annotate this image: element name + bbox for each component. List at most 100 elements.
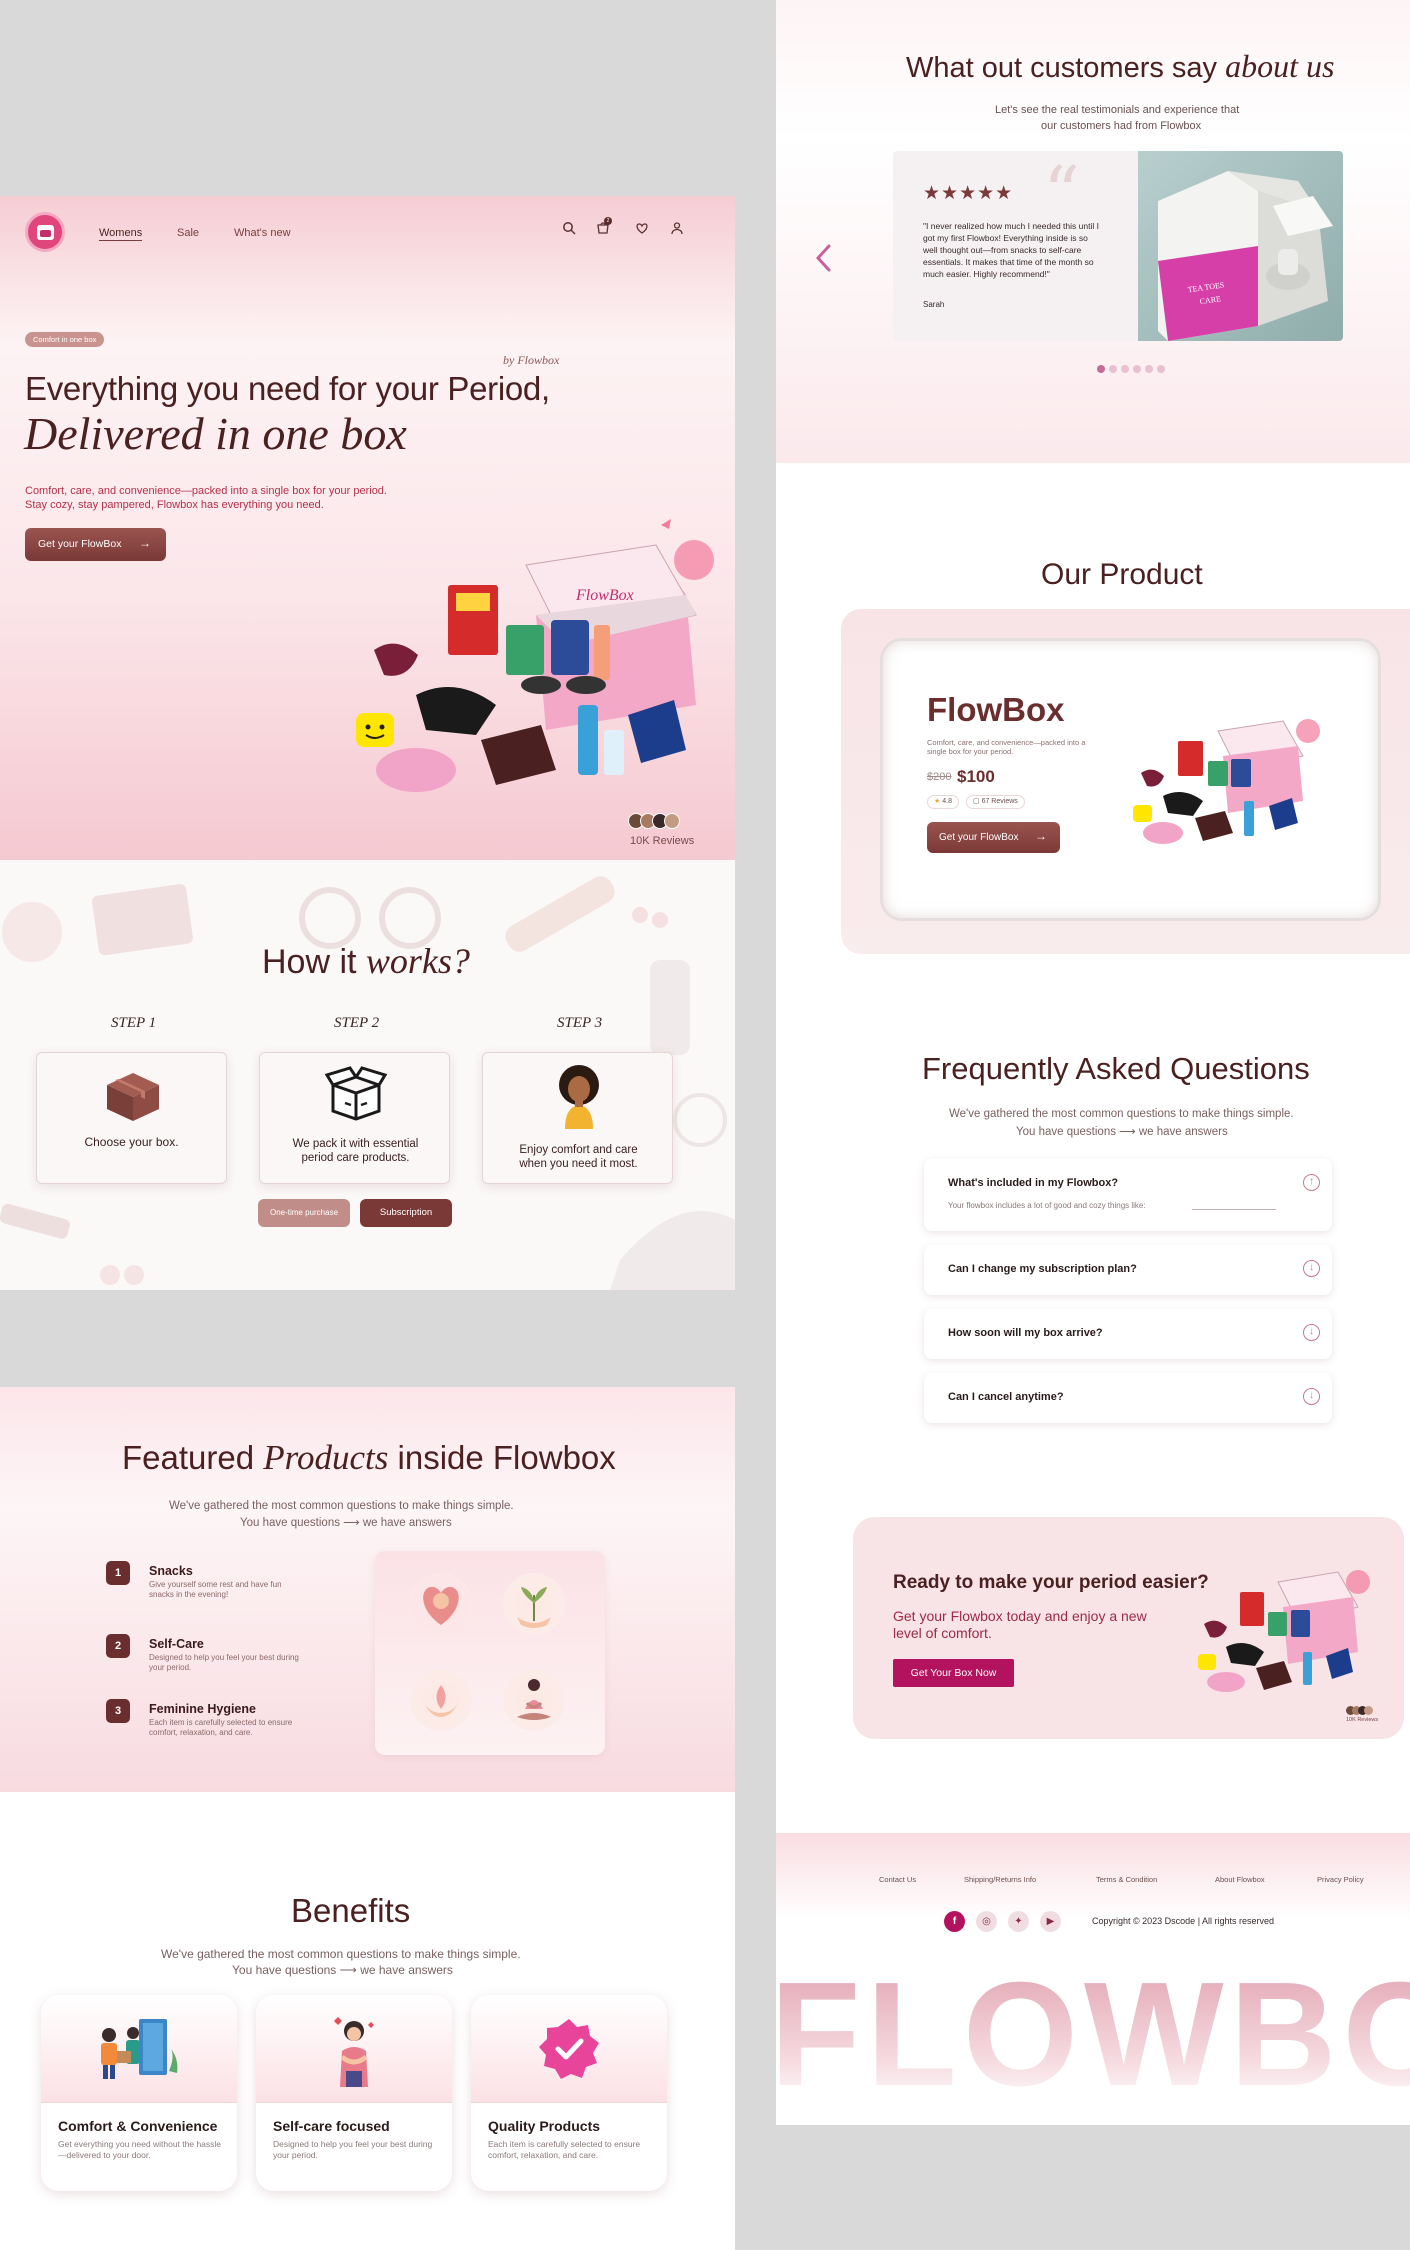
landing-page-left: Womens Sale What's new 2 Comfort in one … (0, 0, 735, 2250)
plant-hands-illustration (503, 1573, 565, 1635)
benefit-desc: Each item is carefully selected to ensur… (488, 2139, 641, 2160)
faq-item[interactable]: Can I change my subscription plan? ↓ (924, 1245, 1332, 1295)
open-box-icon (324, 1065, 388, 1126)
featured-sub-answers: we have answers (362, 1517, 452, 1529)
nav-link-sale[interactable]: Sale (177, 227, 199, 239)
benefit-desc: Designed to help you feel your best duri… (273, 2139, 433, 2160)
carousel-dot[interactable] (1121, 365, 1129, 373)
heart-hug-illustration (410, 1573, 472, 1635)
faq-sub-questions: You have questions (1016, 1126, 1116, 1138)
hero-reviews-count: 10K Reviews (630, 835, 695, 847)
benefit-card-quality: Quality Products Each item is carefully … (471, 1995, 667, 2191)
product-card: FlowBox Comfort, care, and convenience—p… (880, 638, 1381, 921)
logo[interactable] (25, 212, 65, 252)
testimonials-title: What out customers say about us (906, 48, 1334, 85)
footer-link-shipping[interactable]: Shipping/Returns Info (964, 1875, 1036, 1884)
featured-illustration-panel (375, 1551, 605, 1755)
svg-text:FlowBox: FlowBox (575, 587, 634, 604)
heart-icon[interactable] (634, 221, 650, 237)
chevron-down-icon[interactable]: ↓ (1303, 1260, 1320, 1277)
benefit-image (471, 1995, 667, 2103)
chevron-up-icon[interactable]: ↑ (1303, 1174, 1320, 1191)
carousel-dot[interactable] (1145, 365, 1153, 373)
feature-2-number: 2 (106, 1634, 130, 1658)
footer-link-contact[interactable]: Contact Us (879, 1875, 916, 1884)
carousel-dot[interactable] (1157, 365, 1165, 373)
chevron-down-icon[interactable]: ↓ (1303, 1388, 1320, 1405)
product-old-price: $200 (927, 771, 952, 783)
step-2-card: We pack it with essential period care pr… (259, 1052, 450, 1184)
hero-title-line1: Everything you need for your Period, (25, 370, 550, 407)
long-arrow-icon: ⟶ (1119, 1126, 1139, 1138)
twitter-icon[interactable]: ✦ (1008, 1911, 1029, 1932)
step-1-text: Choose your box. (84, 1135, 179, 1149)
self-hug-illustration (326, 2013, 382, 2092)
testimonials-subtitle-line1: Let's see the real testimonials and expe… (995, 104, 1240, 116)
footer-link-privacy[interactable]: Privacy Policy (1317, 1875, 1364, 1884)
carousel-prev-button[interactable] (812, 240, 836, 276)
featured-title-b: inside Flowbox (388, 1439, 616, 1476)
long-arrow-icon: ⟶ (339, 1963, 361, 1977)
benefits-sub-questions: You have questions (232, 1963, 337, 1977)
delivery-illustration (91, 2013, 181, 2088)
cta-desc: Get your Flowbox today and enjoy a new l… (893, 1608, 1147, 1641)
landing-page-right: What out customers say about us Let's se… (776, 0, 1410, 2125)
chevron-down-icon[interactable]: ↓ (1303, 1324, 1320, 1341)
benefits-title: Benefits (291, 1892, 411, 1929)
faq-item-expanded[interactable]: What's included in my Flowbox? Your flow… (924, 1159, 1332, 1231)
carousel-dot[interactable] (1109, 365, 1117, 373)
footer-link-terms[interactable]: Terms & Condition (1096, 1875, 1157, 1884)
product-cta-label: Get your FlowBox (939, 832, 1019, 843)
subscription-button[interactable]: Subscription (360, 1199, 452, 1227)
footer: FLOWBOX (776, 1833, 1410, 2125)
benefits-subtitle-line1: We've gathered the most common questions… (161, 1947, 521, 1961)
get-your-box-now-button[interactable]: Get Your Box Now (893, 1659, 1014, 1687)
product-rating: 4.8 (942, 798, 952, 805)
faq-sub-answers: we have answers (1138, 1126, 1228, 1138)
our-product-title: Our Product (1041, 558, 1203, 591)
meditation-illustration (503, 1669, 565, 1731)
hero-cta-button[interactable]: Get your FlowBox → (25, 528, 166, 561)
faq-item[interactable]: How soon will my box arrive? ↓ (924, 1309, 1332, 1359)
faq-answer-underline (1192, 1209, 1276, 1210)
step-2-text: We pack it with essential period care pr… (292, 1138, 419, 1164)
feature-1-title: Snacks (149, 1564, 193, 1578)
faq-answer: Your flowbox includes a lot of good and … (948, 1201, 1146, 1210)
hero-cta-label: Get your FlowBox (38, 538, 122, 550)
youtube-icon[interactable]: ▶ (1040, 1911, 1061, 1932)
search-icon[interactable] (561, 221, 577, 237)
gray-margin (0, 0, 735, 196)
rating-stars: ★★★★★ (923, 183, 1014, 204)
carousel-dots (1097, 365, 1177, 373)
one-time-purchase-button[interactable]: One-time purchase (258, 1199, 350, 1227)
user-icon[interactable] (669, 221, 685, 237)
hero-by-line: by Flowbox (503, 353, 560, 367)
avatar (664, 813, 680, 829)
star-icon: ★ (934, 798, 941, 805)
testimonials-subtitle-line2: our customers had from Flowbox (1041, 120, 1202, 132)
nav-link-womens[interactable]: Womens (99, 227, 143, 241)
facebook-icon[interactable]: f (944, 1911, 965, 1932)
footer-link-about[interactable]: About Flowbox (1215, 1875, 1265, 1884)
faq-item[interactable]: Can I cancel anytime? ↓ (924, 1373, 1332, 1423)
benefit-image (256, 1995, 452, 2103)
feature-2-desc: Designed to help you feel your best duri… (149, 1653, 299, 1672)
nav-link-whats-new[interactable]: What's new (234, 227, 291, 239)
long-arrow-icon: ⟶ (343, 1517, 363, 1529)
product-rating-badge: ★ 4.8 (927, 795, 959, 809)
product-image (1133, 701, 1323, 856)
carousel-dot-active[interactable] (1097, 365, 1105, 373)
hero-desc-line1: Comfort, care, and convenience—packed in… (25, 485, 387, 497)
testimonial-quote: "I never realized how much I needed this… (923, 221, 1099, 279)
cart-icon[interactable]: 2 (595, 217, 612, 237)
benefit-title: Quality Products (488, 2118, 601, 2134)
cta-reviewer-avatars (1346, 1706, 1376, 1715)
carousel-dot[interactable] (1133, 365, 1141, 373)
product-cta-button[interactable]: Get your FlowBox → (927, 822, 1060, 853)
faq-subtitle-line1: We've gathered the most common questions… (949, 1108, 1294, 1120)
benefits-subtitle-line2: You have questions ⟶ we have answers (232, 1963, 453, 1977)
product-reviews-badge: ▢ 67 Reviews (966, 795, 1025, 809)
feature-3-desc: Each item is carefully selected to ensur… (149, 1718, 293, 1737)
how-title-italic: works? (365, 941, 470, 981)
instagram-icon[interactable]: ◎ (976, 1911, 997, 1932)
